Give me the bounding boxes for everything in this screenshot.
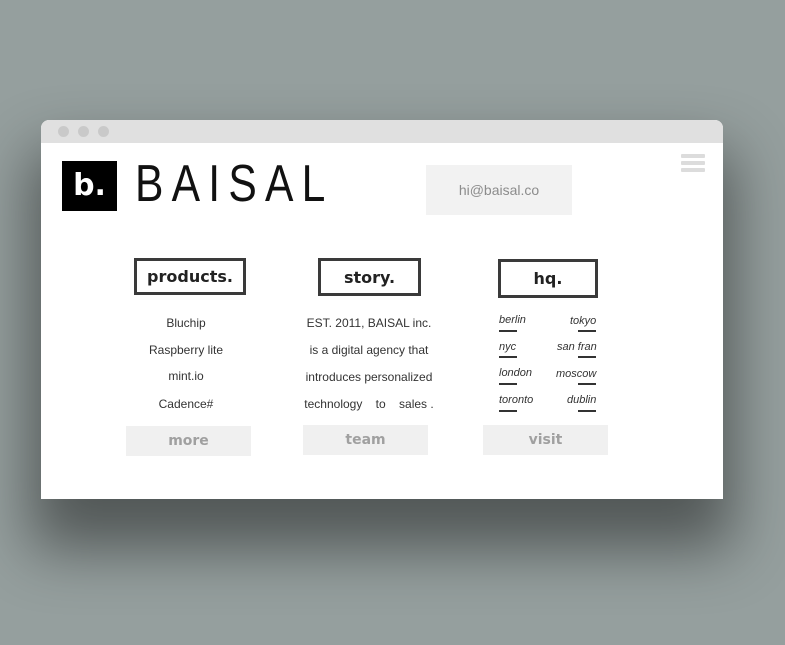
hq-city-toronto[interactable]: toronto	[499, 394, 533, 406]
story-line: introduces personalized	[305, 370, 433, 384]
brand-name[interactable]: BAISAL	[135, 154, 334, 214]
product-item[interactable]: Bluchip	[101, 316, 271, 330]
product-item[interactable]: Cadence#	[101, 397, 271, 411]
hq-city-nyc[interactable]: nyc	[499, 341, 516, 353]
product-item[interactable]: mint.io	[101, 369, 271, 383]
city-underline	[499, 410, 517, 412]
hamburger-menu-icon[interactable]	[681, 154, 705, 174]
team-button[interactable]: team	[303, 425, 428, 455]
city-underline	[578, 330, 596, 332]
window-dot-icon[interactable]	[98, 126, 109, 137]
city-underline	[499, 330, 517, 332]
hq-city-tokyo[interactable]: tokyo	[570, 315, 596, 327]
city-underline	[499, 383, 517, 385]
product-item[interactable]: Raspberry lite	[101, 343, 271, 357]
story-line: is a digital agency that	[309, 343, 429, 357]
hq-city-moscow[interactable]: moscow	[556, 368, 596, 380]
window-titlebar	[41, 120, 723, 143]
browser-window: b. BAISAL hi@baisal.co products. Bluchip…	[41, 120, 723, 499]
city-underline	[578, 410, 596, 412]
visit-button[interactable]: visit	[483, 425, 608, 455]
city-underline	[578, 383, 596, 385]
story-line: technology to sales .	[304, 397, 434, 411]
hq-title[interactable]: hq.	[498, 259, 598, 298]
products-title[interactable]: products.	[134, 258, 246, 295]
story-title[interactable]: story.	[318, 258, 421, 296]
hq-city-dublin[interactable]: dublin	[567, 394, 596, 406]
more-button[interactable]: more	[126, 426, 251, 456]
window-dot-icon[interactable]	[58, 126, 69, 137]
city-underline	[578, 356, 596, 358]
email-contact[interactable]: hi@baisal.co	[426, 165, 572, 215]
hq-city-london[interactable]: london	[499, 367, 532, 379]
hq-city-san-fran[interactable]: san fran	[557, 341, 597, 353]
city-underline	[499, 356, 517, 358]
window-dot-icon[interactable]	[78, 126, 89, 137]
hq-city-berlin[interactable]: berlin	[499, 314, 526, 326]
logo-mark[interactable]: b.	[62, 161, 117, 211]
story-line: EST. 2011, BAISAL inc.	[306, 316, 432, 330]
